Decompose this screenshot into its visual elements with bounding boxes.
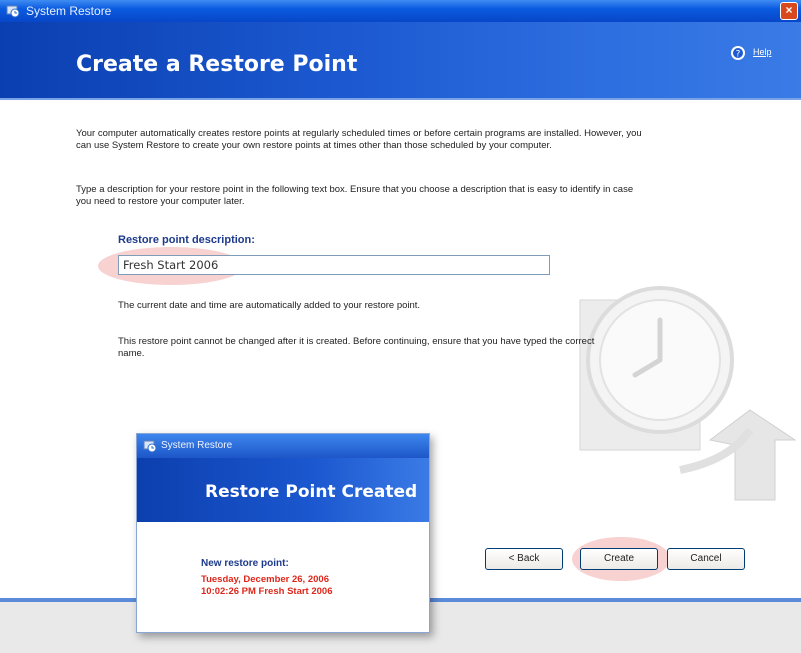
svg-text:?: ? [736,50,741,60]
instructions-text: Type a description for your restore poin… [76,184,634,207]
warning-note: This restore point cannot be changed aft… [118,336,595,359]
new-restore-point-value: Tuesday, December 26, 2006 10:02:26 PM F… [201,574,401,598]
close-button[interactable]: × [780,2,798,20]
new-restore-point-label: New restore point: [201,558,289,569]
dialog-heading: Restore Point Created [205,482,418,502]
back-button[interactable]: < Back [485,548,563,570]
intro-text: Your computer automatically creates rest… [76,128,642,151]
restore-point-created-dialog: System Restore Restore Point Created New… [136,433,430,633]
page-title: Create a Restore Point [76,52,358,77]
dialog-title: System Restore [161,440,233,451]
wizard-header: Create a Restore Point ? Help [0,22,801,100]
restore-point-time-name: 10:02:26 PM Fresh Start 2006 [201,586,333,597]
help-icon[interactable]: ? [730,45,746,61]
restore-point-description-input[interactable]: Fresh Start 2006 [118,255,550,275]
restore-point-date: Tuesday, December 26, 2006 [201,574,329,585]
restore-point-description-label: Restore point description: [118,234,255,246]
system-restore-icon [6,5,20,18]
create-button[interactable]: Create [580,548,658,570]
window-title: System Restore [26,4,112,18]
title-bar: System Restore × [0,0,801,22]
cancel-button[interactable]: Cancel [667,548,745,570]
help-link[interactable]: Help [753,47,772,57]
dialog-header: Restore Point Created [137,458,429,522]
dialog-title-bar: System Restore [137,434,429,458]
close-icon: × [785,3,793,17]
datetime-note: The current date and time are automatica… [118,300,421,311]
system-restore-icon [143,440,157,453]
clock-restore-icon [579,286,797,501]
